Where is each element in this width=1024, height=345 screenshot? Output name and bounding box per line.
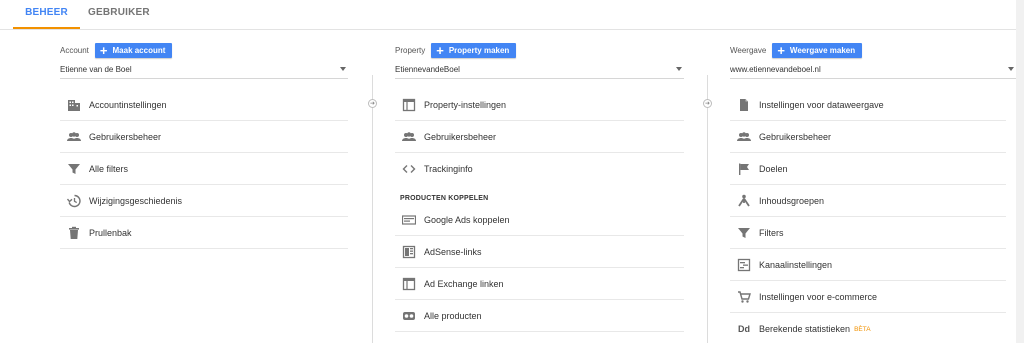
account-header: Account + Maak account (60, 42, 173, 58)
tab-gebruiker[interactable]: GEBRUIKER (88, 0, 150, 29)
plus-icon: + (436, 42, 444, 58)
create-account-button[interactable]: + Maak account (94, 42, 173, 58)
filter-icon (67, 162, 81, 176)
menu-label: Alle producten (424, 310, 482, 321)
account-label: Account (60, 45, 89, 55)
caret-down-icon (1008, 67, 1014, 71)
property-label: Property (395, 45, 426, 55)
menu-account-settings[interactable]: Accountinstellingen (60, 89, 348, 121)
plus-icon: + (99, 42, 108, 58)
column-divider (707, 75, 708, 343)
filter-icon (737, 226, 751, 240)
column-divider (372, 75, 373, 343)
menu-google-ads-linking[interactable]: Google Ads koppelen (395, 204, 684, 236)
menu-account-user-management[interactable]: Gebruikersbeheer (60, 121, 348, 153)
menu-label: Gebruikersbeheer (759, 131, 832, 142)
menu-label: Filters (759, 227, 784, 238)
account-column: Account + Maak account Etienne van de Bo… (60, 29, 360, 343)
create-view-label: Weergave maken (789, 45, 856, 55)
menu-calculated-metrics[interactable]: Dd Berekende statistieken BÈTA (730, 313, 1006, 345)
history-icon (67, 194, 81, 208)
menu-label: Alle filters (89, 163, 129, 174)
menu-label: Gebruikersbeheer (424, 131, 497, 142)
menu-ad-exchange-linking[interactable]: Ad Exchange linken (395, 268, 684, 300)
scrollbar[interactable] (1016, 0, 1024, 343)
property-select[interactable]: EtiennevandeBoel (395, 64, 684, 79)
menu-change-history[interactable]: Wijzigingsgeschiedenis (60, 185, 348, 217)
view-select-value: www.etiennevandeboel.nl (730, 65, 821, 74)
ad-exchange-icon (402, 277, 416, 291)
all-products-icon (402, 309, 416, 323)
menu-view-settings[interactable]: Instellingen voor dataweergave (730, 89, 1006, 121)
section-product-linking: PRODUCTEN KOPPELEN (400, 195, 489, 202)
arrow-right-icon: ➜ (368, 99, 377, 108)
menu-label: Accountinstellingen (89, 99, 167, 110)
menu-label: Prullenbak (89, 227, 132, 238)
beta-badge: BÈTA (854, 325, 871, 333)
shopping-cart-icon (737, 290, 751, 304)
menu-property-user-management[interactable]: Gebruikersbeheer (395, 121, 684, 153)
property-header: Property + Property maken (395, 42, 517, 58)
menu-label: Ad Exchange linken (424, 278, 504, 289)
calculated-metrics-icon: Dd (738, 324, 750, 334)
create-property-label: Property maken (448, 45, 510, 55)
view-select[interactable]: www.etiennevandeboel.nl (730, 64, 1016, 79)
adsense-icon (402, 245, 416, 259)
tab-beheer[interactable]: BEHEER (13, 0, 80, 29)
document-icon (737, 98, 751, 112)
menu-label: Berekende statistieken (759, 324, 851, 334)
menu-label: Gebruikersbeheer (89, 131, 162, 142)
menu-content-grouping[interactable]: Inhoudsgroepen (730, 185, 1006, 217)
menu-channel-settings[interactable]: Kanaalinstellingen (730, 249, 1006, 281)
menu-trash[interactable]: Prullenbak (60, 217, 348, 249)
property-window-icon (402, 98, 416, 112)
caret-down-icon (340, 67, 346, 71)
menu-label: Wijzigingsgeschiedenis (89, 195, 183, 206)
building-icon (67, 98, 81, 112)
menu-goals[interactable]: Doelen (730, 153, 1006, 185)
menu-all-products[interactable]: Alle producten (395, 300, 684, 332)
code-icon (402, 162, 416, 176)
menu-view-filters[interactable]: Filters (730, 217, 1006, 249)
plus-icon: + (777, 42, 785, 58)
menu-label: Trackinginfo (424, 164, 473, 174)
people-icon (402, 130, 416, 144)
menu-label: Property-instellingen (424, 99, 507, 110)
ads-icon (402, 213, 416, 227)
menu-property-settings[interactable]: Property-instellingen (395, 89, 684, 121)
property-column: Property + Property maken EtiennevandeBo… (395, 29, 695, 343)
people-icon (67, 130, 81, 144)
property-select-value: EtiennevandeBoel (395, 65, 460, 74)
view-column: Weergave + Weergave maken www.etiennevan… (730, 29, 1018, 343)
menu-all-filters[interactable]: Alle filters (60, 153, 348, 185)
menu-label: Instellingen voor e-commerce (759, 291, 878, 302)
trash-icon (67, 226, 81, 240)
create-account-label: Maak account (112, 45, 166, 55)
create-property-button[interactable]: + Property maken (431, 42, 517, 58)
content-grouping-icon (737, 194, 751, 208)
menu-label: Kanaalinstellingen (759, 259, 833, 270)
menu-label: Google Ads koppelen (424, 214, 510, 225)
arrow-right-icon: ➜ (703, 99, 712, 108)
admin-tab-bar: BEHEER GEBRUIKER (0, 0, 1024, 30)
account-select[interactable]: Etienne van de Boel (60, 64, 348, 79)
flag-icon (737, 162, 751, 176)
caret-down-icon (676, 67, 682, 71)
create-view-button[interactable]: + Weergave maken (772, 42, 863, 58)
menu-adsense-links[interactable]: AdSense-links (395, 236, 684, 268)
view-label: Weergave (730, 45, 767, 55)
view-header: Weergave + Weergave maken (730, 42, 863, 58)
account-select-value: Etienne van de Boel (60, 65, 132, 74)
menu-tracking-info[interactable]: Trackinginfo (395, 153, 684, 185)
channel-settings-icon (737, 258, 751, 272)
menu-label: Doelen (759, 163, 788, 174)
menu-view-user-management[interactable]: Gebruikersbeheer (730, 121, 1006, 153)
menu-ecommerce-settings[interactable]: Instellingen voor e-commerce (730, 281, 1006, 313)
menu-label: Inhoudsgroepen (759, 195, 825, 206)
menu-label: Instellingen voor dataweergave (759, 99, 884, 110)
people-icon (737, 130, 751, 144)
menu-label: AdSense-links (424, 246, 482, 257)
